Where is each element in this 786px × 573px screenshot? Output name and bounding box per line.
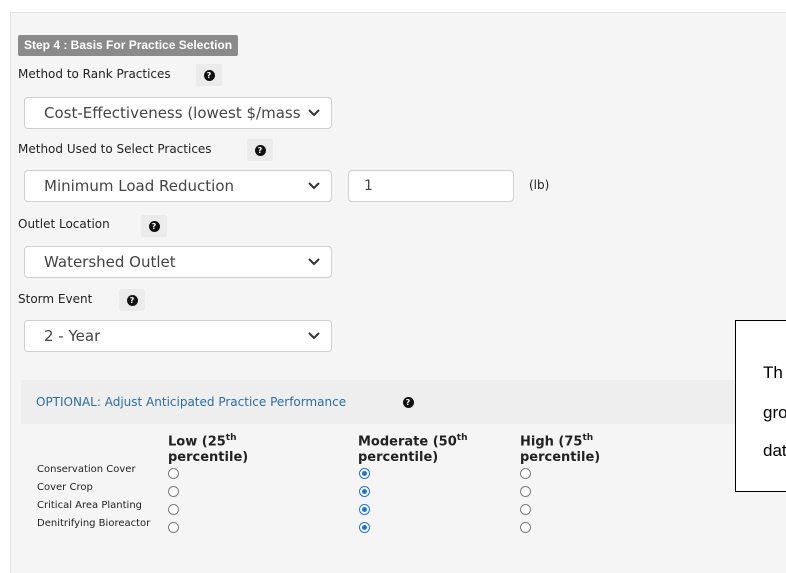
question-icon: ? [203,69,215,81]
note-line: dat [763,441,786,460]
storm-event-value: 2 - Year [44,327,101,345]
optional-help[interactable]: ? [395,391,421,413]
storm-event-label: Storm Event [18,292,93,306]
column-header-moderate: Moderate (50th percentile) [358,433,468,466]
outlet-location-value: Watershed Outlet [44,253,176,271]
radio-critical-area-planting-low[interactable] [168,504,179,515]
outlet-location-select[interactable]: Watershed Outlet [24,246,332,278]
radio-conservation-cover-low[interactable] [168,468,179,479]
rank-method-select[interactable]: Cost-Effectiveness (lowest $/mass [24,97,332,129]
rank-method-label: Method to Rank Practices [18,67,171,81]
radio-critical-area-planting-high[interactable] [520,504,531,515]
radio-conservation-cover-moderate[interactable] [359,468,370,479]
radio-critical-area-planting-moderate[interactable] [359,504,370,515]
select-method-label: Method Used to Select Practices [18,142,212,156]
rank-method-value: Cost-Effectiveness (lowest $/mass [44,104,301,122]
select-method-help[interactable]: ? [247,139,273,161]
note-line: Th [763,363,783,382]
note-line: gro [763,403,786,422]
radio-denitrifying-bioreactor-high[interactable] [520,522,531,533]
column-header-high: High (75th percentile) [520,433,601,466]
outlet-location-help[interactable]: ? [141,215,167,237]
rank-method-help[interactable]: ? [196,64,222,86]
chevron-down-icon [308,258,320,266]
storm-event-select[interactable]: 2 - Year [24,320,332,352]
select-method-select[interactable]: Minimum Load Reduction [24,170,332,202]
step-badge: Step 4 : Basis For Practice Selection [18,35,239,56]
question-icon: ? [126,294,138,306]
optional-performance-title[interactable]: OPTIONAL: Adjust Anticipated Practice Pe… [36,395,346,409]
load-unit-label: (lb) [529,178,550,192]
radio-denitrifying-bioreactor-moderate[interactable] [359,522,370,533]
load-reduction-input[interactable]: 1 [348,170,514,202]
note-callout: Th gro dat [735,320,786,492]
column-header-low: Low (25th percentile) [168,433,249,466]
radio-denitrifying-bioreactor-low[interactable] [168,522,179,533]
optional-performance-header: OPTIONAL: Adjust Anticipated Practice Pe… [21,380,786,424]
chevron-down-icon [308,182,320,190]
select-method-value: Minimum Load Reduction [44,177,235,195]
question-icon: ? [254,144,266,156]
radio-cover-crop-high[interactable] [520,486,531,497]
row-label-conservation-cover: Conservation Cover [37,464,136,475]
row-label-critical-area-planting: Critical Area Planting [37,500,143,511]
chevron-down-icon [308,332,320,340]
radio-cover-crop-low[interactable] [168,486,179,497]
storm-event-help[interactable]: ? [119,289,145,311]
radio-cover-crop-moderate[interactable] [359,486,370,497]
chevron-down-icon [308,109,320,117]
row-label-cover-crop: Cover Crop [37,482,93,493]
question-icon: ? [148,220,160,232]
radio-conservation-cover-high[interactable] [520,468,531,479]
row-label-denitrifying-bioreactor: Denitrifying Bioreactor [37,518,151,529]
question-icon: ? [402,396,414,408]
outlet-location-label: Outlet Location [18,217,110,231]
